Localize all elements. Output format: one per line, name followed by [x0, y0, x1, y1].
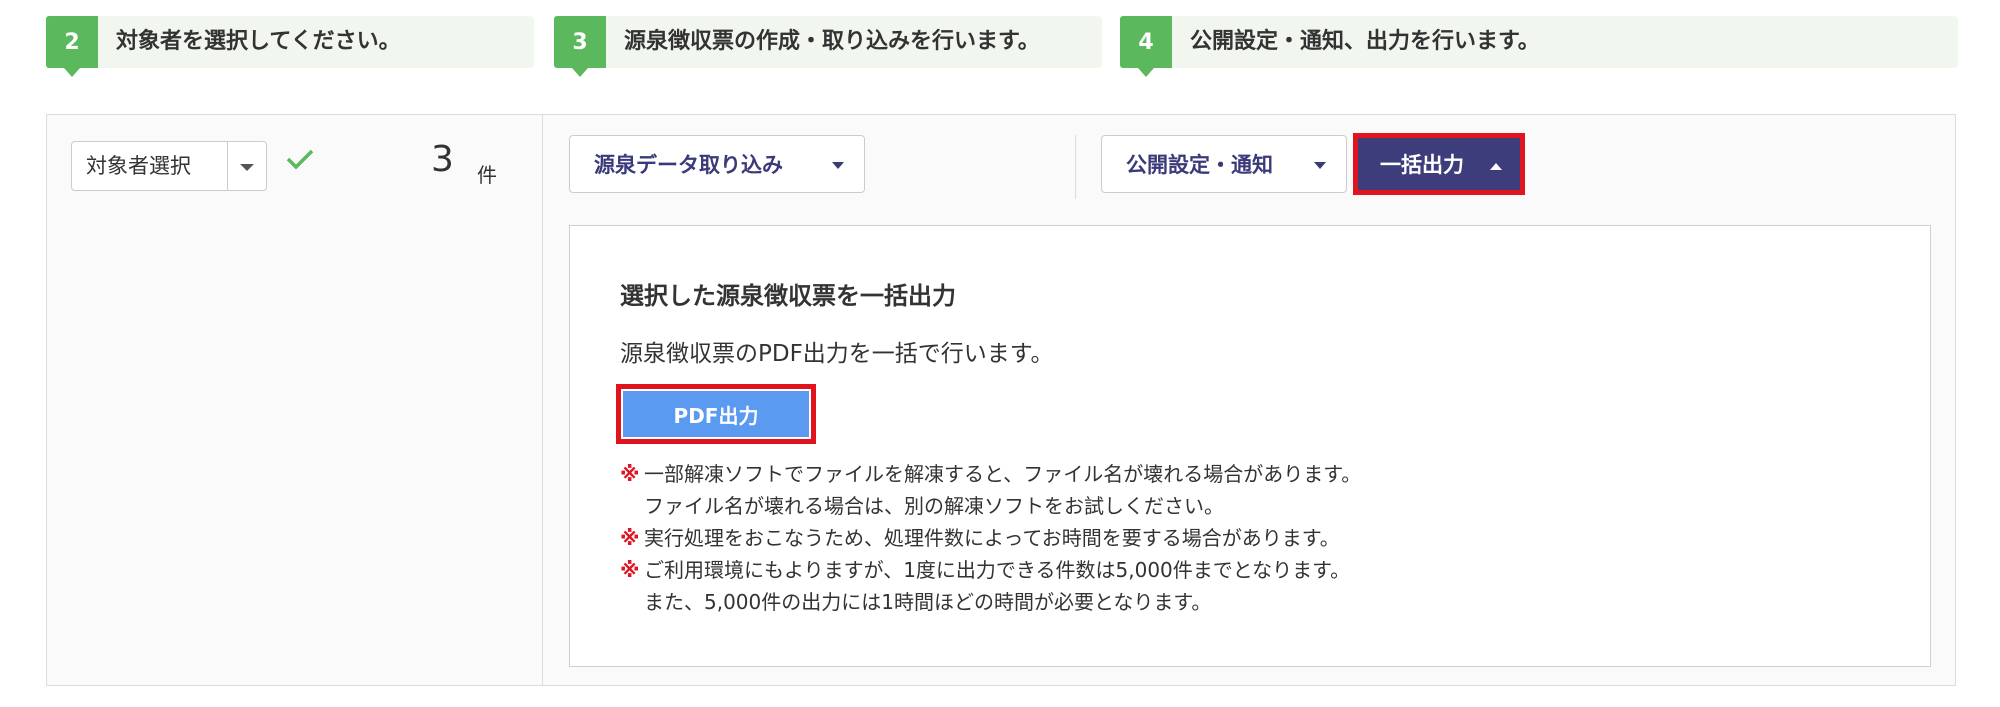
selected-count-unit: 件 — [477, 163, 497, 187]
note-item: ファイル名が壊れる場合は、別の解凍ソフトをお試しください。 — [620, 490, 1361, 522]
bulk-output-panel: 選択した源泉徴収票を一括出力 源泉徴収票のPDF出力を一括で行います。 PDF出… — [569, 225, 1931, 667]
publish-notify-button[interactable]: 公開設定・通知 — [1101, 135, 1347, 193]
check-icon — [286, 149, 314, 170]
target-select-label: 対象者選択 — [86, 154, 191, 178]
target-select-dropdown[interactable]: 対象者選択 — [71, 141, 267, 191]
notes-list: ※ 一部解凍ソフトでファイルを解凍すると、ファイル名が壊れる場合があります。 フ… — [620, 458, 1361, 618]
bulk-output-button[interactable]: 一括出力 — [1353, 133, 1525, 195]
note-item: また、5,000件の出力には1時間ほどの時間が必要となります。 — [620, 586, 1361, 618]
chevron-down-icon[interactable] — [227, 142, 266, 190]
note-item: ※ 実行処理をおこなうため、処理件数によってお時間を要する場合があります。 — [620, 522, 1361, 554]
selected-count: 3 — [431, 139, 454, 180]
panel-description: 源泉徴収票のPDF出力を一括で行います。 — [620, 341, 1054, 367]
note-text: また、5,000件の出力には1時間ほどの時間が必要となります。 — [644, 590, 1212, 614]
step-bar: 2 対象者を選択してください。 3 源泉徴収票の作成・取り込みを行います。 4 … — [46, 16, 1958, 77]
publish-notify-label: 公開設定・通知 — [1126, 153, 1273, 177]
chevron-down-icon — [1314, 162, 1326, 169]
step-label: 源泉徴収票の作成・取り込みを行います。 — [624, 29, 1040, 54]
note-text: ファイル名が壊れる場合は、別の解凍ソフトをお試しください。 — [644, 494, 1224, 518]
step-3: 3 源泉徴収票の作成・取り込みを行います。 — [554, 16, 1102, 77]
note-text: 実行処理をおこなうため、処理件数によってお時間を要する場合があります。 — [644, 526, 1340, 550]
step-2: 2 対象者を選択してください。 — [46, 16, 534, 77]
chevron-up-icon — [1490, 163, 1502, 170]
step-label: 公開設定・通知、出力を行います。 — [1190, 29, 1540, 54]
import-data-button[interactable]: 源泉データ取り込み — [569, 135, 865, 193]
step-label: 対象者を選択してください。 — [116, 29, 401, 54]
target-selection-column: 対象者選択 3 件 — [47, 115, 543, 685]
note-text: 一部解凍ソフトでファイルを解凍すると、ファイル名が壊れる場合があります。 — [644, 462, 1362, 486]
note-item: ※ ご利用環境にもよりますが、1度に出力できる件数は5,000件までとなります。 — [620, 554, 1361, 586]
step-number: 3 — [554, 16, 606, 77]
note-mark: ※ — [620, 462, 640, 486]
note-text: ご利用環境にもよりますが、1度に出力できる件数は5,000件までとなります。 — [644, 558, 1351, 582]
toolbar-divider — [1075, 135, 1076, 199]
import-data-label: 源泉データ取り込み — [594, 153, 783, 177]
note-mark: ※ — [620, 526, 640, 550]
bulk-output-label: 一括出力 — [1380, 153, 1464, 177]
main-panel: 対象者選択 3 件 源泉データ取り込み 公開設定・通知 一括出力 選択した源泉徴… — [46, 114, 1956, 686]
step-number: 2 — [46, 16, 98, 77]
panel-title: 選択した源泉徴収票を一括出力 — [620, 282, 956, 310]
step-number: 4 — [1120, 16, 1172, 77]
note-item: ※ 一部解凍ソフトでファイルを解凍すると、ファイル名が壊れる場合があります。 — [620, 458, 1361, 490]
step-4: 4 公開設定・通知、出力を行います。 — [1120, 16, 1958, 77]
chevron-down-icon — [832, 162, 844, 169]
note-mark: ※ — [620, 558, 640, 582]
pdf-output-label: PDF出力 — [623, 391, 809, 437]
pdf-output-button[interactable]: PDF出力 — [616, 384, 816, 444]
